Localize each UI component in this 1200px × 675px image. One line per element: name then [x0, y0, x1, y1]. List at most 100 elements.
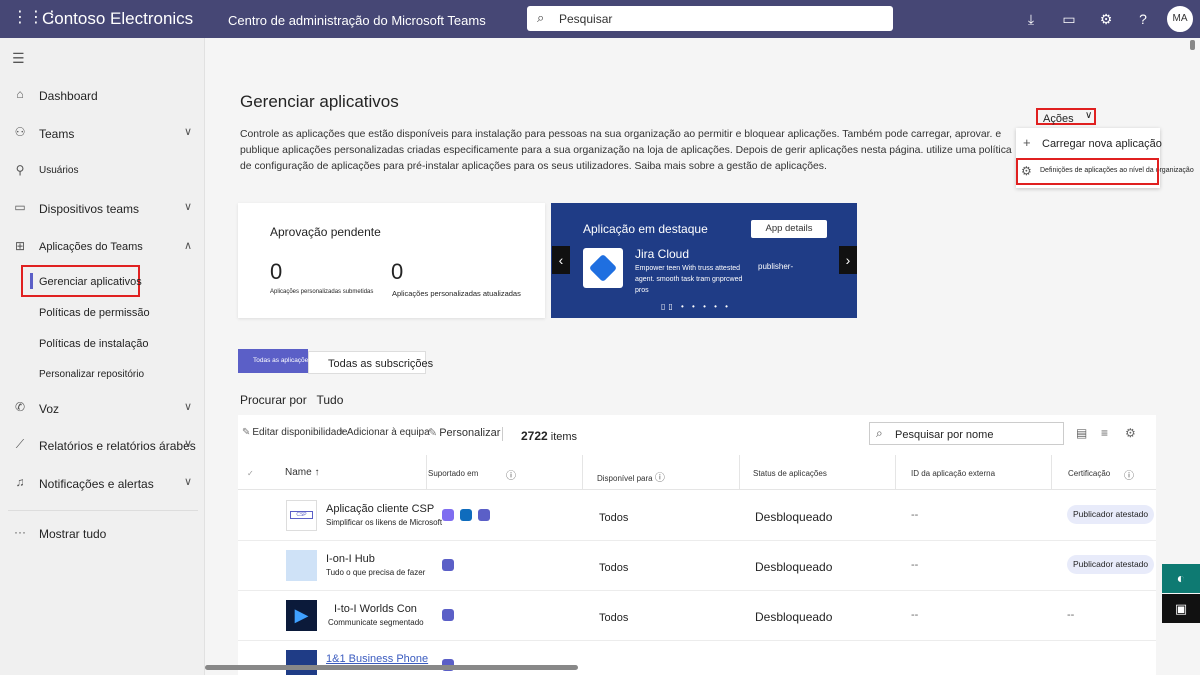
toolbar-divider [502, 427, 503, 441]
jira-logo [583, 248, 623, 288]
info-icon[interactable]: ⓘ [1124, 467, 1134, 482]
browse-label: Procurar por [240, 393, 307, 407]
users-icon: ⚲ [15, 163, 25, 177]
tab-label: Todas as subscrições [328, 358, 434, 370]
nav-label: Teams [39, 127, 75, 141]
available-to: Todos [599, 512, 629, 524]
phone-icon: ✆ [14, 400, 26, 414]
featured-app-card: Aplicação em destaque App details ‹ › Ji… [551, 203, 857, 318]
download-icon[interactable]: ⤓ [1021, 9, 1041, 29]
count-unit: items [550, 431, 578, 443]
help-icon[interactable]: ? [1133, 9, 1153, 29]
nav-devices[interactable]: ▭ Dispositivos teams ∨ [0, 198, 205, 222]
search-input[interactable]: ⌕ Pesquisar [527, 6, 893, 31]
chevron-right-icon[interactable]: › [839, 246, 857, 274]
terminal-icon[interactable]: ▭ [1059, 9, 1079, 29]
chevron-down-icon: ∨ [184, 201, 193, 213]
column-name[interactable]: Name ↑ [285, 467, 319, 478]
table-row[interactable]: ▶ I-to-I Worlds Con Communicate segmenta… [238, 591, 1156, 641]
avatar[interactable]: MA [1167, 6, 1193, 32]
nav-customize-store[interactable]: Personalizar repositório [0, 365, 205, 387]
featured-app-description: Empower teen With truss attested agent. … [635, 265, 743, 294]
actions-dropdown[interactable]: Ações ∨ [1036, 108, 1096, 125]
teams-icon [442, 559, 454, 572]
info-icon: ⓘ [654, 473, 665, 484]
nav-notifications[interactable]: ♫ Notificações e alertas ∨ [0, 473, 205, 497]
chevron-down-icon: ∨ [1085, 110, 1093, 121]
table-row[interactable]: CSP Aplicação cliente CSP Simplificar os… [238, 491, 1156, 541]
app-launcher-icon[interactable]: ⋮⋮⋮ [12, 8, 60, 28]
horizontal-scrollbar[interactable] [205, 665, 578, 670]
teams-icon: ⚇ [14, 125, 26, 139]
app-name[interactable]: 1&1 Business Phone [326, 653, 428, 665]
settings-icon[interactable]: ⚙ [1096, 9, 1116, 29]
nav-dashboard[interactable]: ⌂ Dashboard [0, 85, 205, 109]
feedback-icon[interactable]: ▣ [1162, 594, 1200, 623]
app-icon [286, 550, 317, 581]
add-to-team-button[interactable]: + Adicionar à equipa [339, 427, 430, 438]
pending-approval-card: Aprovação pendente 0 0 Aplicações person… [238, 203, 545, 318]
nav-show-all[interactable]: ··· Mostrar tudo [0, 523, 205, 547]
filter-icon[interactable]: ≡ [1101, 426, 1108, 440]
page-title: Gerenciar aplicativos [240, 92, 399, 111]
column-available[interactable]: Disponível para ⓘ [597, 469, 665, 484]
nav-permission-policies[interactable]: Políticas de permissão [0, 303, 205, 325]
chevron-left-icon[interactable]: ‹ [552, 246, 570, 274]
nav-voice[interactable]: ✆ Voz ∨ [0, 398, 205, 422]
select-all-checkbox[interactable]: ✓ [247, 469, 254, 478]
nav-setup-policies[interactable]: Políticas de instalação [0, 334, 205, 356]
chevron-down-icon: ∨ [184, 401, 193, 413]
table-row[interactable]: I-on-I Hub Tudo o que precisa de fazer T… [238, 541, 1156, 591]
app-status: Desbloqueado [755, 560, 833, 574]
app-name: Aplicação cliente CSP [326, 503, 435, 515]
cert-badge: Publicador atestado [1067, 505, 1155, 524]
column-supported[interactable]: Suportado em [428, 469, 478, 478]
app-details-button[interactable]: App details [751, 220, 827, 238]
card-title: Aprovação pendente [270, 225, 381, 239]
customize-button[interactable]: ✎ Personalizar [428, 426, 500, 439]
nav-manage-apps[interactable]: Gerenciar aplicativos [0, 272, 205, 294]
info-icon[interactable]: ⓘ [506, 467, 516, 482]
featured-publisher: publisher- [758, 262, 794, 271]
updated-label: Aplicações personalizadas atualizadas [392, 289, 521, 298]
tab-all-subscriptions[interactable]: Todas as subscrições [308, 351, 433, 374]
app-subtitle: Tudo o que precisa de fazer [326, 568, 426, 577]
nav-label: Usuários [39, 165, 79, 176]
outlook-icon [460, 509, 472, 522]
tab-label: Todas as aplicações [253, 357, 312, 364]
nav-reports[interactable]: ⟋ Relatórios e relatórios árabes ∨ [0, 435, 205, 459]
toolbar-label: Editar disponibilidade [252, 427, 348, 438]
hamburger-icon[interactable]: ☰ [12, 50, 25, 67]
nav-label: Aplicações do Teams [39, 241, 143, 253]
excel-export-icon[interactable]: ▤ [1076, 426, 1087, 440]
settings-icon[interactable]: ⚙ [1125, 426, 1136, 440]
nav-teams-apps[interactable]: ⊞ Aplicações do Teams ∧ [0, 237, 205, 261]
page-description: Controle as aplicações que estão disponí… [240, 129, 1012, 172]
tab-all-apps[interactable]: Todas as aplicações [238, 349, 312, 373]
column-external-id[interactable]: ID da aplicação externa [911, 469, 995, 478]
browse-by[interactable]: Procurar por Tudo [240, 393, 343, 407]
available-to: Todos [599, 612, 629, 624]
column-cert[interactable]: Certificação [1068, 469, 1110, 478]
sort-up-icon: ↑ [314, 467, 320, 478]
app-name: I-on-I Hub [326, 553, 375, 565]
more-icon: ··· [14, 525, 26, 539]
nav-divider [8, 510, 198, 511]
edit-availability-button[interactable]: ✎ Editar disponibilidade [242, 427, 347, 438]
cert-badge: Publicador atestado [1067, 555, 1155, 574]
carousel-pager[interactable]: ▯▯ • • • • • [661, 302, 731, 311]
copilot-icon [442, 509, 454, 522]
app-title: Centro de administração do Microsoft Tea… [228, 13, 486, 28]
vertical-scrollbar[interactable] [1190, 40, 1195, 50]
nav-label: Dashboard [39, 89, 98, 103]
menu-item-label: Carregar nova aplicação [1042, 138, 1162, 150]
nav-teams[interactable]: ⚇ Teams ∨ [0, 123, 205, 147]
column-status[interactable]: Status de aplicações [753, 469, 827, 478]
table-search-input[interactable]: ⌕ Pesquisar por nome [869, 422, 1064, 445]
supported-icons [442, 609, 460, 622]
nav-label: Políticas de instalação [39, 338, 149, 350]
assistant-icon[interactable]: ◐ [1162, 564, 1200, 593]
menu-item-upload[interactable]: + Carregar nova aplicação [1016, 132, 1162, 156]
external-id: -- [911, 609, 919, 621]
nav-users[interactable]: ⚲ Usuários [0, 161, 205, 185]
